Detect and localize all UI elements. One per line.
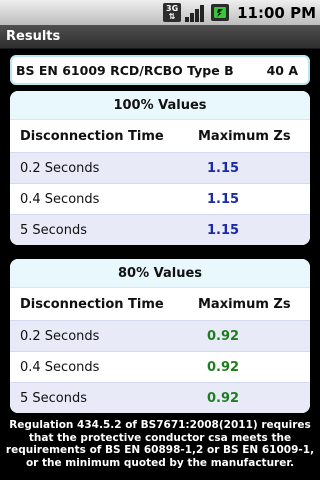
battery-icon [209,3,231,22]
disconnection-time: 5 Seconds [20,390,88,406]
app-title: Results [6,29,61,44]
maximum-zs-value: 0.92 [207,328,240,344]
network-3g-icon: 3G ⇅ [163,3,182,22]
table-row: 5 Seconds 1.15 [10,214,310,245]
disconnection-time: 5 Seconds [20,222,88,238]
disconnection-time: 0.4 Seconds [20,359,100,375]
maximum-zs-value: 1.15 [207,191,240,207]
data-arrows-icon: ⇅ [168,11,176,21]
column-header-disconnection-time: Disconnection Time [20,128,164,144]
disconnection-time: 0.2 Seconds [20,160,100,176]
signal-strength-icon [184,3,206,22]
regulation-note: Regulation 434.5.2 of BS7671:2008(2011) … [5,419,315,469]
table-row: 0.4 Seconds 0.92 [10,351,310,382]
app-title-bar: Results [0,25,320,49]
maximum-zs-value: 0.92 [207,390,240,406]
summary-card: BS EN 61009 RCD/RCBO Type B 40 A [10,55,310,85]
status-bar: 3G ⇅ 11:00 PM [0,0,320,25]
disconnection-time: 0.2 Seconds [20,328,100,344]
table-row: 0.2 Seconds 1.15 [10,152,310,183]
rating-value: 40 A [266,62,298,78]
table-title: 80% Values [10,259,310,287]
table-row: 0.4 Seconds 1.15 [10,183,310,214]
results-content: BS EN 61009 RCD/RCBO Type B 40 A 100% Va… [0,49,320,413]
table-title: 100% Values [10,91,310,119]
table-row: 5 Seconds 0.92 [10,382,310,413]
maximum-zs-value: 1.15 [207,222,240,238]
table-header-row: Disconnection Time Maximum Zs [10,287,310,320]
clock-time: 11:00 PM [237,3,316,22]
table-100-percent: 100% Values Disconnection Time Maximum Z… [10,91,310,245]
table-header-row: Disconnection Time Maximum Zs [10,119,310,152]
maximum-zs-value: 1.15 [207,160,240,176]
disconnection-time: 0.4 Seconds [20,191,100,207]
column-header-maximum-zs: Maximum Zs [198,128,291,144]
maximum-zs-value: 0.92 [207,359,240,375]
column-header-maximum-zs: Maximum Zs [198,296,291,312]
device-type: BS EN 61009 RCD/RCBO Type B [16,62,234,78]
table-row: 0.2 Seconds 0.92 [10,320,310,351]
table-80-percent: 80% Values Disconnection Time Maximum Zs… [10,259,310,413]
column-header-disconnection-time: Disconnection Time [20,296,164,312]
